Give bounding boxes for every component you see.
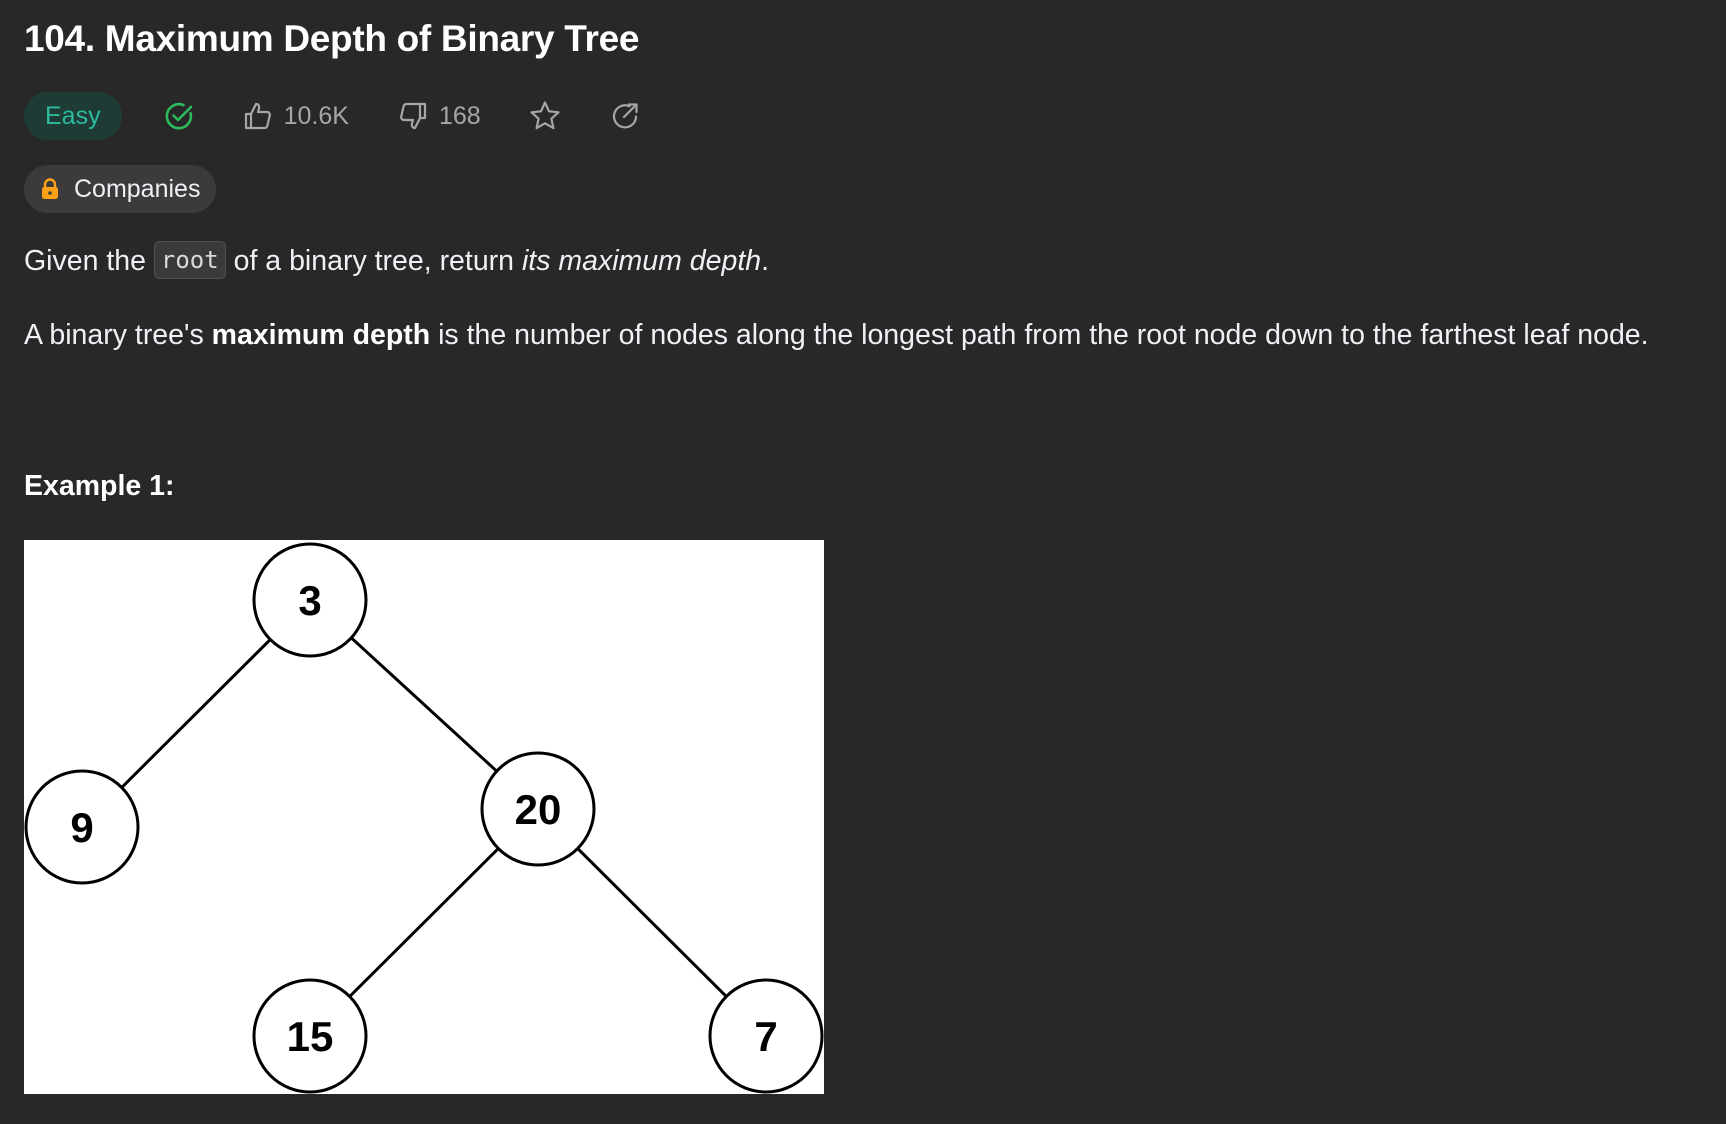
text-span: . bbox=[761, 245, 770, 277]
companies-tag[interactable]: Companies bbox=[24, 165, 217, 213]
lock-icon bbox=[42, 178, 58, 199]
tree-node-label: 7 bbox=[754, 1013, 777, 1060]
tree-node-label: 15 bbox=[287, 1013, 334, 1060]
description-paragraph-1: Given the root of a binary tree, return … bbox=[24, 241, 770, 279]
text-span: Given the bbox=[24, 245, 154, 277]
favorite-button[interactable] bbox=[527, 98, 563, 134]
tree-node-20: 20 bbox=[480, 751, 596, 867]
text-span: is the number of nodes along the longest… bbox=[430, 319, 1649, 351]
share-icon bbox=[612, 103, 638, 129]
text-span: of a binary tree, return bbox=[225, 245, 522, 277]
like-count: 10.6K bbox=[283, 101, 349, 130]
tree-node-label: 9 bbox=[70, 804, 93, 851]
example-1-heading: Example 1: bbox=[24, 470, 175, 502]
dislike-count: 168 bbox=[438, 101, 481, 130]
problem-title[interactable]: 104. Maximum Depth of Binary Tree bbox=[24, 18, 639, 60]
tree-node-7: 7 bbox=[708, 978, 824, 1094]
tree-svg: 3 9 20 15 7 bbox=[24, 542, 824, 1094]
dislike-button[interactable]: 168 bbox=[397, 100, 481, 132]
tree-node-3: 3 bbox=[252, 542, 368, 658]
bold-text: maximum depth bbox=[211, 319, 431, 351]
difficulty-badge: Easy bbox=[24, 92, 122, 140]
tree-nodes: 3 9 20 15 7 bbox=[24, 542, 824, 1094]
like-button[interactable]: 10.6K bbox=[242, 100, 349, 132]
tree-node-15: 15 bbox=[252, 978, 368, 1094]
thumbs-up-icon bbox=[244, 102, 271, 130]
emphasis-text: its maximum depth bbox=[521, 245, 762, 277]
tree-node-9: 9 bbox=[24, 769, 140, 885]
problem-meta-row: Easy 10.6K 168 bbox=[24, 92, 643, 140]
description-paragraph-2: A binary tree's maximum depth is the num… bbox=[24, 319, 1649, 352]
check-circle-icon bbox=[162, 99, 196, 133]
example-1-tree-diagram: 3 9 20 15 7 bbox=[24, 540, 824, 1094]
text-span: A binary tree's bbox=[24, 319, 212, 351]
share-button[interactable] bbox=[607, 98, 643, 134]
companies-label: Companies bbox=[74, 174, 201, 203]
tree-node-label: 20 bbox=[515, 786, 562, 833]
tree-node-label: 3 bbox=[298, 577, 321, 624]
thumbs-down-icon bbox=[400, 102, 427, 130]
inline-code-root: root bbox=[153, 241, 226, 279]
tree-edges bbox=[80, 598, 768, 1038]
star-icon bbox=[530, 101, 560, 130]
